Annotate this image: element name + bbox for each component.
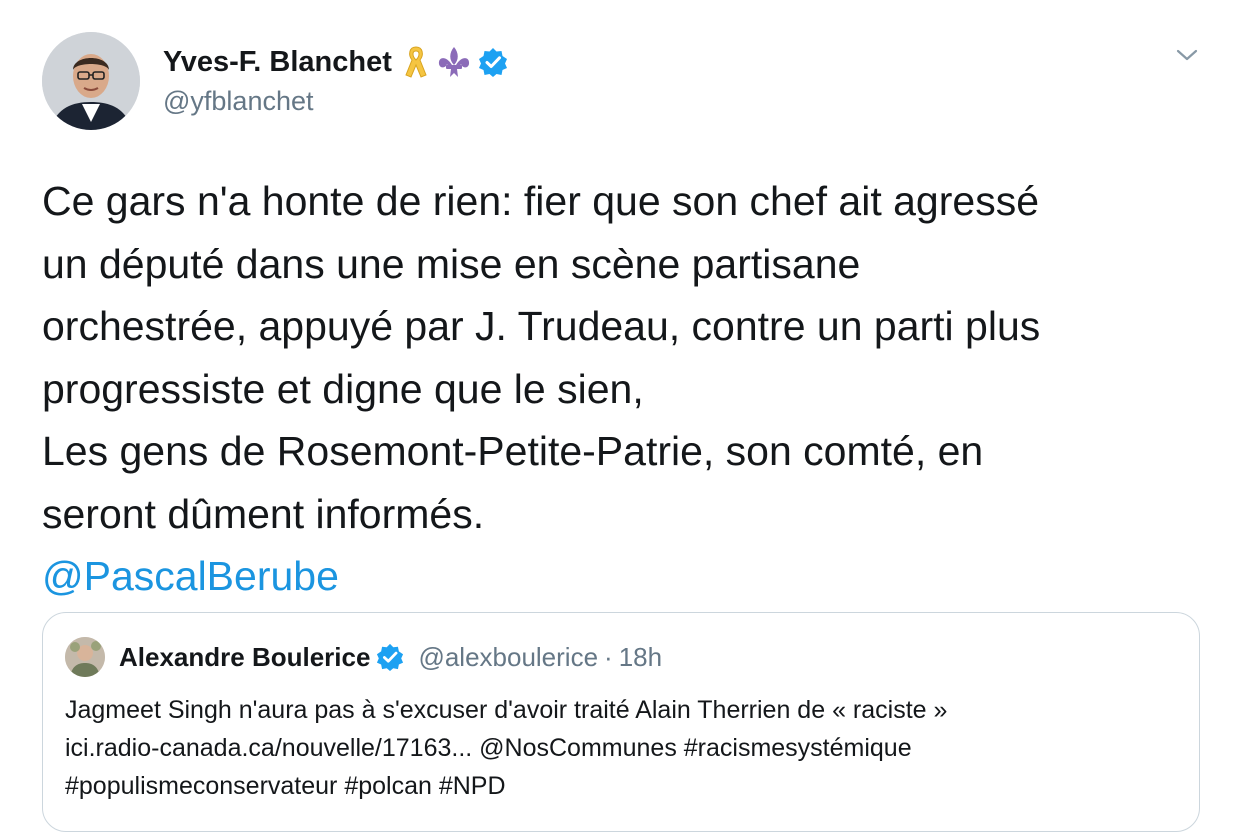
author-name-row: Yves-F. Blanchet: [163, 40, 508, 84]
tweet-options-button[interactable]: [1170, 40, 1204, 70]
verified-badge-icon: [376, 643, 404, 671]
tweet-text-line: un député dans une mise en scène partisa…: [42, 240, 861, 287]
tweet-text-line: Ce gars n'a honte de rien: fier que son …: [42, 178, 1039, 224]
quoted-author-handle[interactable]: @alexboulerice: [418, 642, 598, 673]
mention-link[interactable]: @PascalBerube: [42, 545, 1212, 608]
verified-badge-icon: [478, 47, 508, 77]
tweet: Yves-F. Blanchet @yfblanchet Ce gars n'a…: [0, 0, 1248, 832]
author-display-name[interactable]: Yves-F. Blanchet: [163, 46, 392, 79]
avatar[interactable]: [42, 32, 140, 130]
tweet-text-line: orchestrée, appuyé par J. Trudeau, contr…: [42, 303, 1041, 349]
yellow-ribbon-icon: [404, 45, 428, 79]
separator-dot: ·: [604, 641, 613, 672]
tweet-text-line: seront dûment informés.: [42, 490, 485, 537]
tweet-text: Ce gars n'a honte de rien: fier que son …: [42, 170, 1212, 608]
quoted-tweet-text: Jagmeet Singh n'aura pas à s'excuser d'a…: [65, 691, 1175, 805]
quoted-tweet[interactable]: Alexandre Boulerice @alexboulerice · 18h…: [42, 612, 1200, 832]
tweet-text-line: Les gens de Rosemont-Petite-Patrie, son …: [42, 428, 984, 474]
fleur-de-lis-icon: [436, 45, 472, 79]
quoted-author-photo: [65, 637, 105, 677]
tweet-text-line: progressiste et digne que le sien,: [42, 365, 644, 412]
author-handle[interactable]: @yfblanchet: [163, 86, 314, 117]
quoted-author-avatar[interactable]: [65, 637, 105, 677]
quoted-tweet-header: Alexandre Boulerice @alexboulerice · 18h: [65, 635, 662, 679]
quoted-text-line: ici.radio-canada.ca/nouvelle/17163... @N…: [65, 734, 912, 762]
chevron-down-icon: [1176, 49, 1198, 61]
quoted-tweet-time[interactable]: 18h: [619, 642, 662, 673]
quoted-text-line: Jagmeet Singh n'aura pas à s'excuser d'a…: [65, 696, 948, 724]
quoted-author-name[interactable]: Alexandre Boulerice: [119, 642, 370, 673]
quoted-text-line: #populismeconservateur #polcan #NPD: [65, 772, 506, 800]
author-photo: [42, 32, 140, 130]
